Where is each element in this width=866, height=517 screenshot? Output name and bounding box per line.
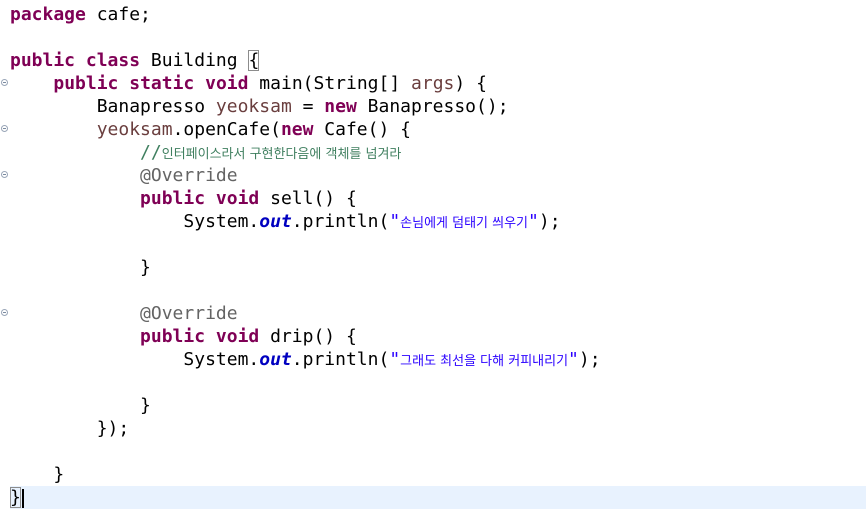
code-line[interactable]: public static void main(String[] args) {	[10, 72, 866, 95]
collapse-fold-icon[interactable]	[0, 170, 8, 178]
code-line[interactable]: Banapresso yeoksam = new Banapresso();	[10, 95, 866, 118]
string-quote: "	[389, 349, 401, 370]
matching-bracket: }	[10, 487, 21, 508]
code-line[interactable]: }	[10, 394, 866, 417]
matching-bracket: {	[248, 50, 260, 71]
parameter-name: args	[411, 73, 455, 94]
code-text: .println(	[291, 349, 390, 370]
keyword: void	[215, 326, 260, 347]
code-text: .openCafe(	[172, 119, 281, 140]
static-field: out	[259, 211, 292, 232]
string-quote: "	[568, 349, 579, 370]
class-name: Building	[140, 50, 249, 71]
keyword: public	[140, 326, 206, 347]
code-line[interactable]: @Override	[10, 302, 866, 325]
string-quote: "	[528, 211, 539, 232]
local-variable: yeoksam	[96, 119, 173, 140]
string-literal: 손님에게 덤태기 씌우기	[400, 216, 529, 231]
code-line[interactable]: }	[10, 463, 866, 486]
keyword: static	[129, 73, 195, 94]
text-caret	[21, 488, 24, 508]
code-line[interactable]: //인터페이스라서 구현한다음에 객체를 넘겨라	[10, 141, 866, 164]
annotation: @Override	[140, 165, 238, 186]
package-name: cafe;	[85, 4, 151, 25]
comment: 인터페이스라서 구현한다음에 객체를 넘겨라	[161, 147, 402, 162]
annotation: @Override	[140, 303, 238, 324]
keyword: new	[280, 119, 314, 140]
code-line[interactable]: public void sell() {	[10, 187, 866, 210]
code-line[interactable]: });	[10, 417, 866, 440]
code-editor[interactable]: package cafe; public class Building { pu…	[0, 0, 866, 517]
code-text: Cafe() {	[313, 119, 411, 140]
comment: //	[140, 142, 162, 163]
code-line[interactable]: package cafe;	[10, 3, 866, 26]
closing-brace: });	[96, 418, 130, 439]
code-line[interactable]: }	[10, 256, 866, 279]
keyword: void	[205, 73, 249, 94]
method-signature: drip() {	[259, 326, 357, 347]
keyword: public	[140, 188, 206, 209]
collapse-fold-icon[interactable]	[0, 308, 8, 316]
keyword: package	[10, 4, 86, 25]
closing-brace: }	[140, 257, 151, 278]
method-signature: sell() {	[259, 188, 357, 209]
closing-brace: }	[140, 395, 151, 416]
code-line[interactable]: yeoksam.openCafe(new Cafe() {	[10, 118, 866, 141]
code-text: );	[578, 349, 601, 370]
string-quote: "	[389, 211, 401, 232]
code-text: =	[291, 96, 325, 117]
code-line[interactable]: public class Building {	[10, 49, 866, 72]
code-text: System.	[183, 349, 260, 370]
string-literal: 그래도 최선을 다해 커피내리기	[400, 354, 569, 369]
keyword: class	[85, 50, 141, 71]
static-field: out	[259, 349, 292, 370]
code-text: ) {	[454, 73, 487, 94]
keyword: public	[53, 73, 119, 94]
current-code-line[interactable]: }	[10, 486, 866, 509]
collapse-fold-icon[interactable]	[0, 78, 8, 86]
method-signature: main(String[]	[248, 73, 412, 94]
collapse-fold-icon[interactable]	[0, 124, 8, 132]
closing-brace: }	[53, 464, 65, 485]
keyword: void	[215, 188, 260, 209]
code-line[interactable]: System.out.println("손님에게 덤태기 씌우기");	[10, 210, 866, 233]
code-text: .println(	[291, 211, 390, 232]
code-line[interactable]: System.out.println("그래도 최선을 다해 커피내리기");	[10, 348, 866, 371]
code-text: );	[538, 211, 561, 232]
type-name: Banapresso	[96, 96, 216, 117]
code-line[interactable]: @Override	[10, 164, 866, 187]
code-text: System.	[183, 211, 260, 232]
keyword: new	[324, 96, 357, 117]
code-line[interactable]: public void drip() {	[10, 325, 866, 348]
code-text: Banapresso();	[356, 96, 509, 117]
keyword: public	[10, 50, 76, 71]
local-variable: yeoksam	[215, 96, 292, 117]
